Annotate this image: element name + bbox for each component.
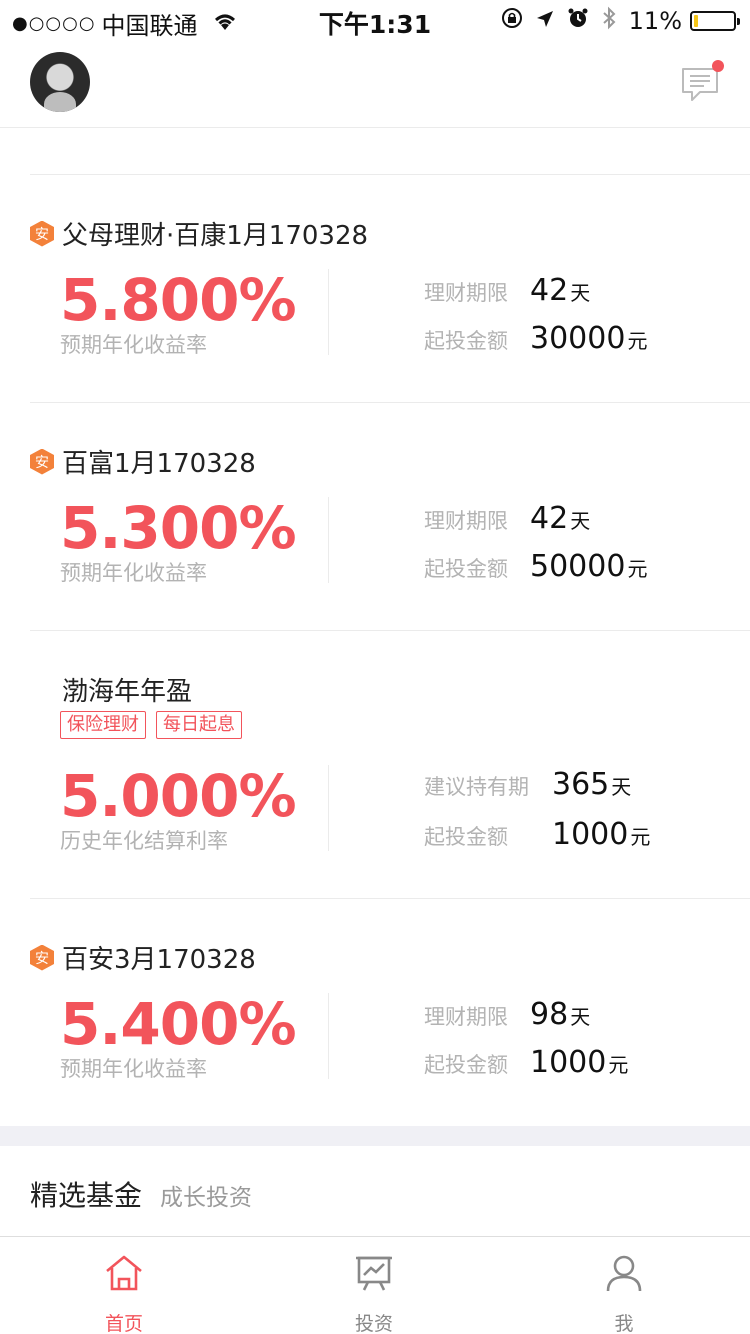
home-icon bbox=[106, 1255, 142, 1291]
period-unit: 天 bbox=[570, 1005, 591, 1029]
product-tags: 保险理财 每日起息 bbox=[60, 711, 252, 739]
product-period: 建议持有期 365 天 bbox=[424, 767, 631, 802]
bottom-tab-bar: 首页 投资 我 bbox=[0, 1236, 750, 1334]
location-icon bbox=[535, 7, 555, 35]
status-right: 11% bbox=[489, 6, 740, 36]
period-label: 建议持有期 bbox=[424, 775, 529, 799]
tab-label: 首页 bbox=[104, 1313, 143, 1334]
product-rate-label: 历史年化结算利率 bbox=[60, 829, 228, 853]
vertical-divider bbox=[328, 993, 329, 1079]
product-period: 理财期限 98 天 bbox=[424, 997, 590, 1032]
bluetooth-icon bbox=[601, 6, 617, 36]
section-title: 精选基金 bbox=[30, 1179, 143, 1212]
tab-me[interactable]: 我 bbox=[564, 1237, 684, 1334]
period-value: 42 bbox=[530, 501, 569, 536]
product-title-row: 安 百富1月170328 bbox=[30, 443, 256, 480]
notification-dot bbox=[712, 60, 724, 72]
alarm-icon bbox=[567, 7, 589, 35]
section-subtitle: 成长投资 bbox=[160, 1185, 253, 1211]
status-bar: ●○○○○ 中国联通 下午1:31 11% bbox=[0, 0, 750, 40]
profile-icon bbox=[606, 1255, 642, 1292]
product-rate-label: 预期年化收益率 bbox=[60, 333, 207, 357]
product-min-amount: 起投金额 1000 元 bbox=[424, 817, 650, 852]
product-title: 百富1月170328 bbox=[62, 449, 256, 479]
amount-value: 1000 bbox=[530, 1045, 607, 1080]
product-rate-label: 预期年化收益率 bbox=[60, 561, 207, 585]
tab-label: 投资 bbox=[354, 1313, 393, 1334]
amount-value: 1000 bbox=[552, 817, 629, 852]
product-card[interactable]: 安 百富1月170328 5.300% 预期年化收益率 理财期限 42 天 起投… bbox=[0, 403, 750, 631]
product-rate: 5.300% bbox=[60, 494, 297, 562]
amount-label: 起投金额 bbox=[424, 557, 508, 581]
period-label: 理财期限 bbox=[424, 1005, 508, 1029]
product-title: 百安3月170328 bbox=[62, 945, 256, 975]
amount-label: 起投金额 bbox=[424, 329, 508, 353]
amount-unit: 元 bbox=[630, 825, 651, 849]
amount-value: 30000 bbox=[530, 321, 626, 356]
product-card[interactable]: 安 父母理财·百康1月170328 5.800% 预期年化收益率 理财期限 42… bbox=[0, 175, 750, 403]
product-tag: 每日起息 bbox=[156, 711, 242, 739]
product-min-amount: 起投金额 30000 元 bbox=[424, 321, 647, 356]
amount-unit: 元 bbox=[627, 329, 648, 353]
safe-badge-icon: 安 bbox=[30, 448, 54, 475]
product-period: 理财期限 42 天 bbox=[424, 273, 590, 308]
invest-chart-icon bbox=[356, 1256, 392, 1291]
amount-label: 起投金额 bbox=[424, 825, 508, 849]
section-separator bbox=[0, 1126, 750, 1146]
product-card[interactable]: 安 百安3月170328 5.400% 预期年化收益率 理财期限 98 天 起投… bbox=[0, 899, 750, 1127]
period-unit: 天 bbox=[570, 281, 591, 305]
period-value: 98 bbox=[530, 997, 569, 1032]
period-unit: 天 bbox=[570, 509, 591, 533]
product-title-row: 渤海年年盈 bbox=[30, 671, 192, 708]
product-min-amount: 起投金额 50000 元 bbox=[424, 549, 647, 584]
battery-icon bbox=[690, 11, 740, 31]
product-title: 渤海年年盈 bbox=[62, 677, 193, 707]
amount-value: 50000 bbox=[530, 549, 626, 584]
product-card[interactable]: 渤海年年盈 保险理财 每日起息 5.000% 历史年化结算利率 建议持有期 36… bbox=[0, 631, 750, 899]
rotation-lock-icon bbox=[501, 7, 523, 35]
battery-percent: 11% bbox=[628, 7, 682, 35]
product-title-row: 安 百安3月170328 bbox=[30, 939, 256, 976]
product-rate: 5.400% bbox=[60, 990, 297, 1058]
amount-unit: 元 bbox=[608, 1053, 629, 1077]
amount-unit: 元 bbox=[627, 557, 648, 581]
safe-badge-icon: 安 bbox=[30, 220, 54, 247]
product-period: 理财期限 42 天 bbox=[424, 501, 590, 536]
section-header[interactable]: 精选基金 成长投资 bbox=[30, 1174, 252, 1214]
product-rate: 5.800% bbox=[60, 266, 297, 334]
amount-label: 起投金额 bbox=[424, 1053, 508, 1077]
period-value: 42 bbox=[530, 273, 569, 308]
product-title-row: 安 父母理财·百康1月170328 bbox=[30, 215, 368, 252]
tab-label: 我 bbox=[614, 1313, 634, 1334]
product-rate-label: 预期年化收益率 bbox=[60, 1057, 207, 1081]
vertical-divider bbox=[328, 765, 329, 851]
vertical-divider bbox=[328, 269, 329, 355]
safe-badge-icon: 安 bbox=[30, 944, 54, 971]
period-unit: 天 bbox=[611, 775, 632, 799]
product-rate: 5.000% bbox=[60, 762, 297, 830]
user-avatar[interactable] bbox=[30, 52, 90, 112]
tab-invest[interactable]: 投资 bbox=[314, 1237, 434, 1334]
product-tag: 保险理财 bbox=[60, 711, 146, 739]
period-value: 365 bbox=[552, 767, 610, 802]
top-header bbox=[0, 40, 750, 128]
battery-level bbox=[694, 15, 698, 27]
product-title: 父母理财·百康1月170328 bbox=[62, 221, 369, 251]
vertical-divider bbox=[328, 497, 329, 583]
period-label: 理财期限 bbox=[424, 509, 508, 533]
period-label: 理财期限 bbox=[424, 281, 508, 305]
product-min-amount: 起投金额 1000 元 bbox=[424, 1045, 628, 1080]
tab-home[interactable]: 首页 bbox=[64, 1237, 184, 1334]
